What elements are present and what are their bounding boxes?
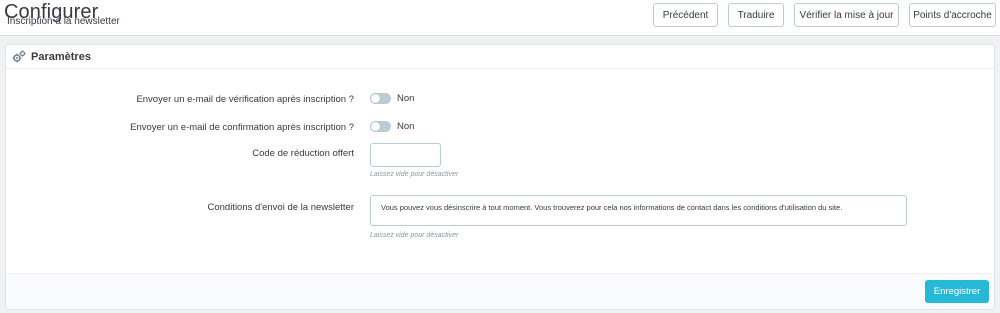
panel-footer: Enregistrer	[6, 273, 994, 309]
conditions-textarea[interactable]: Vous pouvez vous désinscrire à tout mome…	[370, 195, 907, 226]
voucher-code-label: Code de réduction offert	[252, 148, 354, 159]
voucher-code-input[interactable]	[370, 143, 441, 167]
conditions-help: Laissez vide pour désactiver	[370, 232, 459, 239]
confirmation-email-switch-wrap: Non	[370, 121, 414, 132]
verification-email-state: Non	[397, 93, 415, 104]
breadcrumb: Inscription à la newsletter	[7, 16, 120, 27]
panel-title: Paramètres	[31, 50, 91, 63]
voucher-code-help: Laissez vide pour désactiver	[370, 171, 459, 178]
settings-panel: Paramètres Envoyer un e-mail de vérifica…	[5, 44, 995, 310]
confirmation-email-label: Envoyer un e-mail de confirmation après …	[130, 122, 354, 133]
translate-button[interactable]: Traduire	[728, 3, 784, 27]
toggle-knob	[371, 94, 380, 103]
verification-email-label: Envoyer un e-mail de vérification après …	[136, 94, 354, 105]
verification-email-toggle[interactable]	[370, 93, 391, 104]
panel-heading: Paramètres	[6, 45, 994, 69]
page-header: Configurer Inscription à la newsletter P…	[0, 0, 1000, 36]
previous-button[interactable]: Précédent	[653, 3, 718, 27]
conditions-label: Conditions d'envoi de la newsletter	[207, 202, 354, 213]
gears-icon	[12, 49, 26, 64]
toggle-knob	[371, 122, 380, 131]
toolbar: Précédent Traduire Vérifier la mise à jo…	[653, 3, 996, 27]
confirmation-email-toggle[interactable]	[370, 121, 391, 132]
hooks-button[interactable]: Points d'accroche	[909, 3, 996, 27]
page: Configurer Inscription à la newsletter P…	[0, 0, 1000, 313]
verification-email-switch-wrap: Non	[370, 93, 414, 104]
confirmation-email-state: Non	[397, 121, 415, 132]
check-update-button[interactable]: Vérifier la mise à jour	[794, 3, 899, 27]
save-button[interactable]: Enregistrer	[925, 280, 989, 303]
